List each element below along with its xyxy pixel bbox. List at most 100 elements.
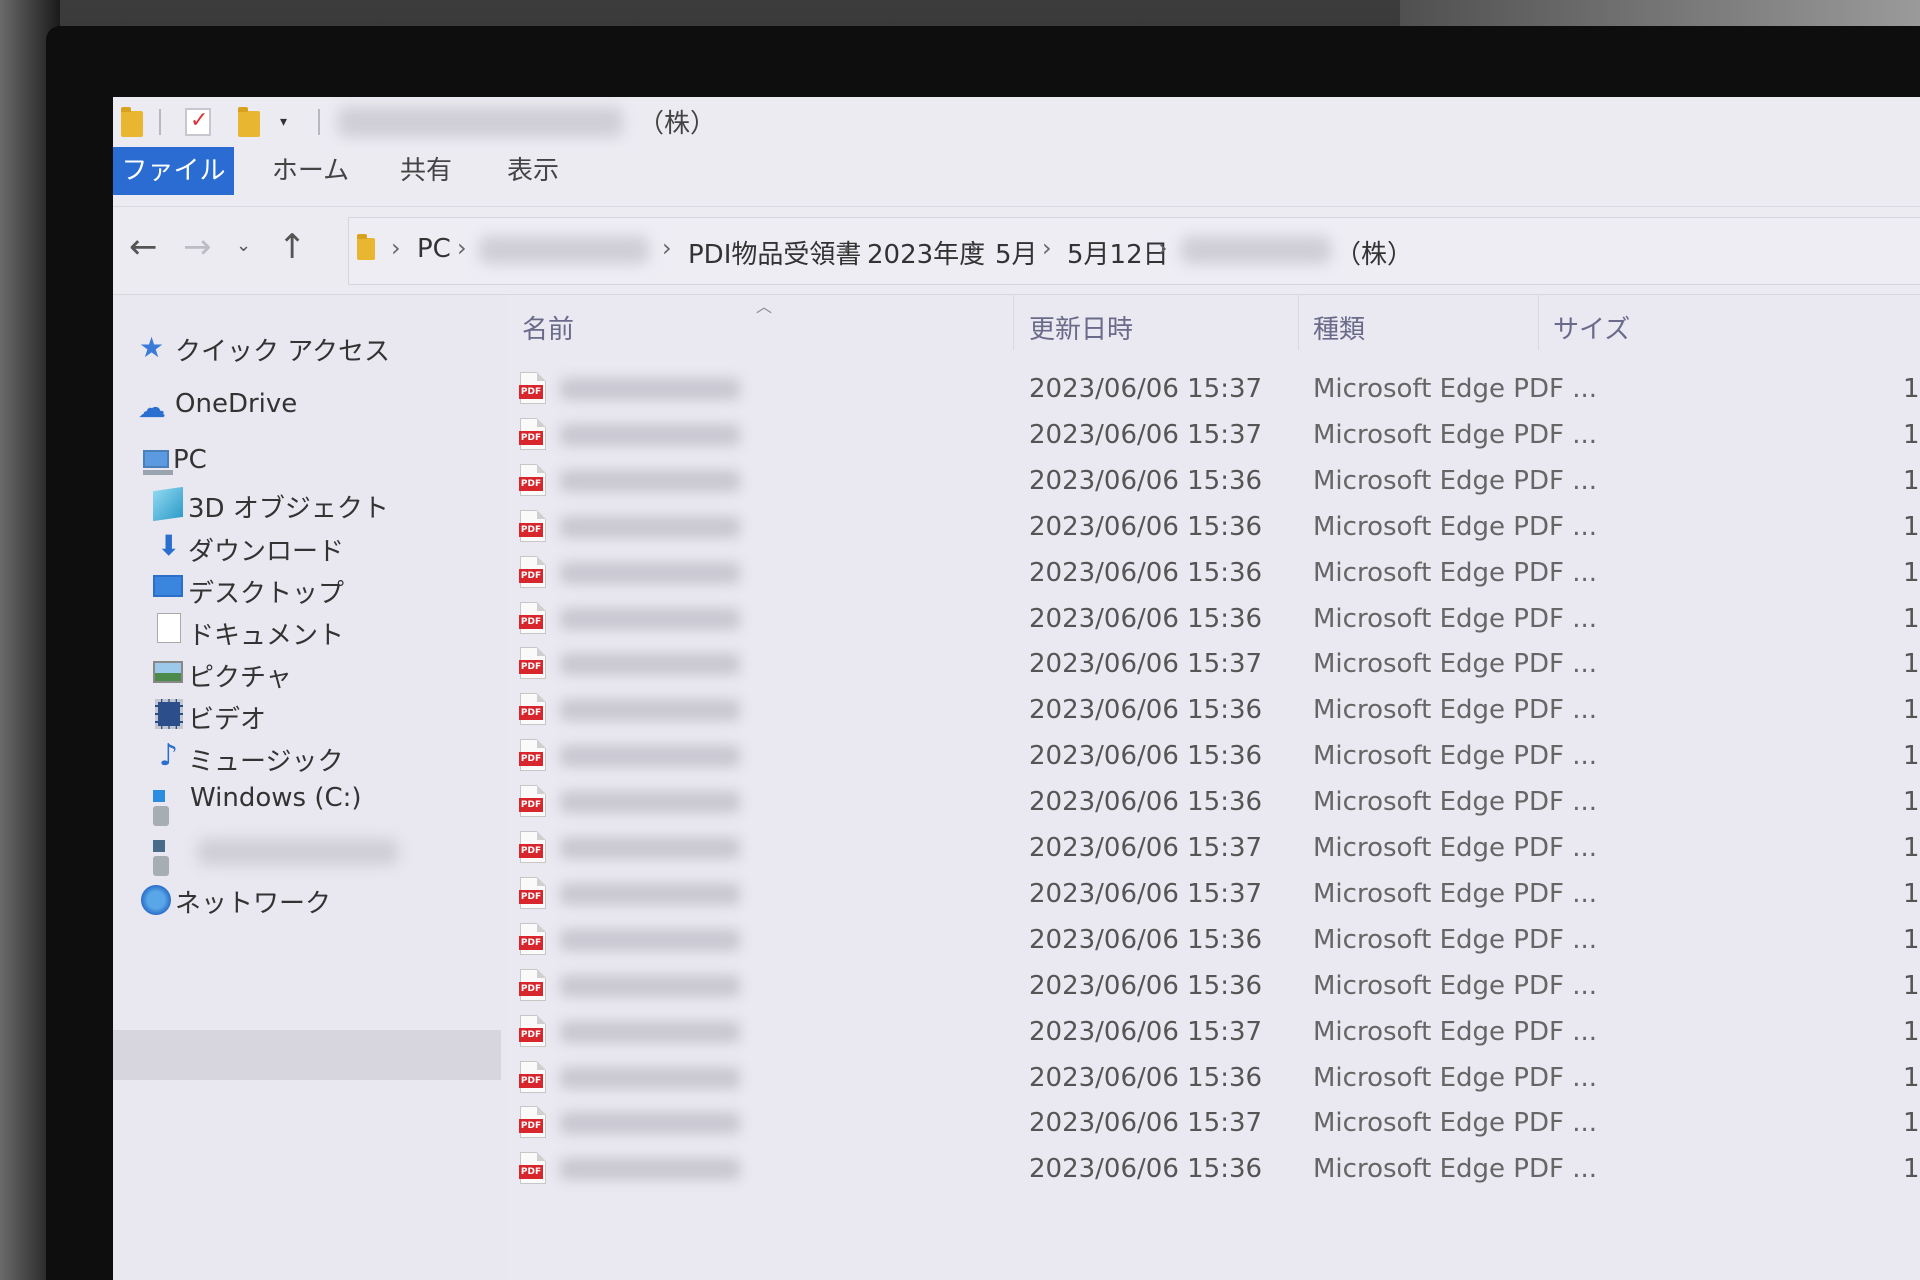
column-separator[interactable]: [1298, 295, 1299, 350]
table-row[interactable]: PDF 2023/06/06 15:37 Microsoft Edge PDF ..…: [508, 416, 1920, 454]
breadcrumb-chevron-icon[interactable]: ›: [969, 234, 979, 262]
column-separator[interactable]: [1013, 295, 1014, 350]
breadcrumb-pdi-receipts[interactable]: PDI物品受領書: [688, 234, 861, 271]
file-name-redacted[interactable]: [560, 1112, 740, 1135]
file-name-redacted[interactable]: [560, 837, 740, 859]
folder-icon: [121, 107, 143, 137]
breadcrumb-day[interactable]: 5月12日: [1067, 234, 1169, 271]
tab-view[interactable]: 表示: [488, 147, 578, 195]
nav-pictures[interactable]: ピクチャ: [188, 657, 292, 694]
breadcrumb-chevron-icon[interactable]: ›: [457, 234, 467, 262]
file-size-cell: 1: [1903, 374, 1920, 404]
breadcrumb-chevron-icon[interactable]: ›: [1158, 234, 1168, 262]
table-row[interactable]: PDF 2023/06/06 15:37 Microsoft Edge PDF ..…: [508, 829, 1920, 867]
pdf-file-icon: PDF: [519, 1106, 546, 1139]
properties-icon[interactable]: ✓: [185, 108, 211, 136]
breadcrumb-chevron-icon[interactable]: ›: [662, 234, 672, 262]
table-row[interactable]: PDF 2023/06/06 15:36 Microsoft Edge PDF ..…: [508, 1150, 1920, 1188]
customize-toolbar-dropdown-icon[interactable]: ▾: [280, 114, 287, 130]
table-row[interactable]: PDF 2023/06/06 15:36 Microsoft Edge PDF ..…: [508, 691, 1920, 729]
file-name-redacted[interactable]: [560, 699, 740, 722]
file-name-redacted[interactable]: [560, 561, 740, 584]
up-arrow-icon[interactable]: ↑: [278, 227, 307, 267]
column-header-name[interactable]: 名前: [522, 309, 574, 346]
recent-locations-chevron-icon[interactable]: ⌄: [236, 235, 251, 256]
breadcrumb-redacted[interactable]: [1181, 236, 1331, 264]
breadcrumb-chevron-icon[interactable]: ›: [1042, 234, 1052, 262]
file-name-redacted[interactable]: [560, 423, 740, 446]
breadcrumb-fiscal-year[interactable]: 2023年度: [867, 234, 985, 271]
nav-quick-access[interactable]: クイック アクセス: [175, 331, 390, 368]
address-bar[interactable]: › PC › › PDI物品受領書 › 2023年度 › 5月 › 5月12日 …: [348, 217, 1920, 285]
table-row[interactable]: PDF 2023/06/06 15:36 Microsoft Edge PDF ..…: [508, 737, 1920, 775]
nav-network[interactable]: ネットワーク: [175, 883, 331, 920]
file-name-redacted[interactable]: [560, 1066, 740, 1089]
file-name-redacted[interactable]: [560, 653, 740, 676]
file-name-redacted[interactable]: [560, 515, 740, 538]
table-row[interactable]: PDF 2023/06/06 15:37 Microsoft Edge PDF ..…: [508, 645, 1920, 683]
table-row[interactable]: PDF 2023/06/06 15:36 Microsoft Edge PDF ..…: [508, 554, 1920, 592]
nav-videos[interactable]: ビデオ: [188, 699, 266, 736]
forward-arrow-icon[interactable]: →: [183, 227, 212, 267]
tab-file[interactable]: ファイル: [113, 147, 234, 195]
file-modified-cell: 2023/06/06 15:36: [1029, 511, 1263, 542]
pdf-label: PDF: [519, 889, 543, 904]
nav-desktop[interactable]: デスクトップ: [188, 573, 344, 610]
file-size-cell: 1: [1903, 833, 1920, 863]
new-folder-icon[interactable]: [238, 107, 260, 137]
table-row[interactable]: PDF 2023/06/06 15:37 Microsoft Edge PDF ..…: [508, 1104, 1920, 1142]
column-header-type[interactable]: 種類: [1313, 309, 1365, 346]
column-header-size[interactable]: サイズ: [1553, 309, 1630, 346]
file-size-cell: 1: [1903, 878, 1920, 909]
nav-3d-objects[interactable]: 3D オブジェクト: [188, 488, 389, 525]
column-separator[interactable]: [1538, 295, 1539, 350]
breadcrumb-chevron-icon[interactable]: ›: [841, 234, 851, 262]
table-row[interactable]: PDF 2023/06/06 15:36 Microsoft Edge PDF ..…: [508, 783, 1920, 821]
breadcrumb-pc[interactable]: PC: [417, 234, 451, 264]
nav-pc[interactable]: PC: [173, 445, 207, 475]
table-row[interactable]: PDF 2023/06/06 15:36 Microsoft Edge PDF ..…: [508, 508, 1920, 546]
column-header-modified[interactable]: 更新日時: [1029, 309, 1133, 346]
breadcrumb-redacted[interactable]: [479, 236, 649, 264]
table-row[interactable]: PDF 2023/06/06 15:36 Microsoft Edge PDF ..…: [508, 967, 1920, 1005]
table-row[interactable]: PDF 2023/06/06 15:36 Microsoft Edge PDF ..…: [508, 600, 1920, 638]
file-name-redacted[interactable]: [560, 974, 740, 997]
table-row[interactable]: PDF 2023/06/06 15:37 Microsoft Edge PDF ..…: [508, 1013, 1920, 1051]
nav-windows-c[interactable]: Windows (C:): [190, 783, 362, 813]
tab-home[interactable]: ホーム: [253, 147, 368, 195]
nav-downloads[interactable]: ダウンロード: [188, 531, 344, 568]
tab-share[interactable]: 共有: [381, 147, 471, 195]
pdf-file-icon: PDF: [519, 555, 546, 588]
nav-network-drive-redacted[interactable]: [198, 839, 398, 865]
table-row[interactable]: PDF 2023/06/06 15:37 Microsoft Edge PDF ..…: [508, 875, 1920, 913]
pdf-file-icon: PDF: [519, 509, 546, 542]
file-name-redacted[interactable]: [560, 469, 740, 492]
file-name-redacted[interactable]: [560, 1020, 740, 1043]
table-row[interactable]: PDF 2023/06/06 15:36 Microsoft Edge PDF ..…: [508, 921, 1920, 959]
pdf-label: PDF: [519, 706, 543, 721]
file-name-redacted[interactable]: [560, 791, 740, 814]
desktop-icon: [153, 575, 183, 597]
file-size-cell: 1: [1903, 695, 1920, 726]
back-arrow-icon[interactable]: ←: [129, 227, 158, 267]
file-name-redacted[interactable]: [560, 607, 740, 630]
file-name-redacted[interactable]: [560, 745, 740, 768]
breadcrumb-company[interactable]: （株）: [1335, 234, 1413, 271]
download-arrow-icon: ⬇: [157, 529, 181, 562]
breadcrumb-month[interactable]: 5月: [995, 234, 1038, 271]
nav-onedrive[interactable]: OneDrive: [175, 389, 297, 419]
file-size-cell: 1: [1903, 970, 1920, 1001]
file-type-cell: Microsoft Edge PDF ...: [1313, 833, 1597, 863]
table-row[interactable]: PDF 2023/06/06 15:36 Microsoft Edge PDF ..…: [508, 1059, 1920, 1097]
pdf-label: PDF: [519, 752, 543, 767]
file-modified-cell: 2023/06/06 15:36: [1029, 924, 1263, 955]
file-name-redacted[interactable]: [560, 928, 740, 951]
nav-documents[interactable]: ドキュメント: [188, 615, 344, 652]
file-name-redacted[interactable]: [560, 378, 740, 400]
file-name-redacted[interactable]: [560, 1158, 740, 1181]
breadcrumb-chevron-icon[interactable]: ›: [391, 234, 401, 262]
table-row[interactable]: PDF 2023/06/06 15:37 Microsoft Edge PDF ..…: [508, 370, 1920, 408]
nav-music[interactable]: ミュージック: [188, 741, 343, 778]
file-name-redacted[interactable]: [560, 882, 740, 905]
table-row[interactable]: PDF 2023/06/06 15:36 Microsoft Edge PDF ..…: [508, 462, 1920, 500]
